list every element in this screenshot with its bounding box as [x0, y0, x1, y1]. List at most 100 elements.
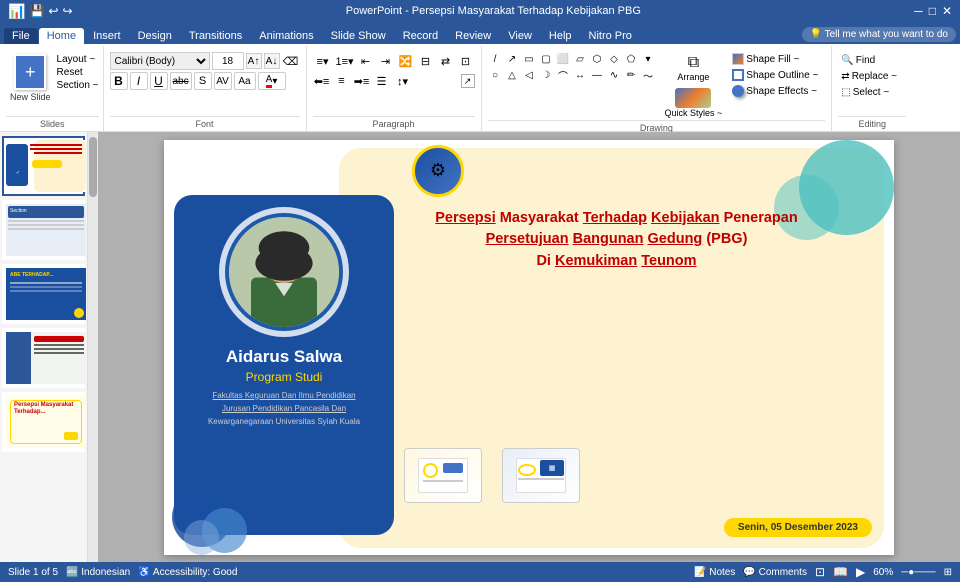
shape-line2[interactable]: —	[590, 68, 605, 83]
select-button[interactable]: ⬚ Select ~	[838, 86, 906, 99]
tab-home[interactable]: Home	[39, 28, 84, 44]
tab-review[interactable]: Review	[447, 28, 499, 44]
shape-triangle[interactable]: △	[505, 68, 520, 83]
reset-button[interactable]: Reset	[57, 67, 99, 78]
view-slideshow[interactable]: ▶	[856, 565, 865, 579]
tab-help[interactable]: Help	[541, 28, 580, 44]
close-btn[interactable]: ✕	[942, 4, 952, 18]
font-size-increase[interactable]: A↑	[246, 53, 262, 69]
tab-design[interactable]: Design	[130, 28, 180, 44]
strikethrough-button[interactable]: abc	[170, 72, 192, 90]
italic-button[interactable]: I	[130, 72, 148, 90]
view-reading[interactable]: 📖	[833, 565, 848, 579]
ribbon-tabs: File Home Insert Design Transitions Anim…	[0, 22, 960, 44]
tab-insert[interactable]: Insert	[85, 28, 129, 44]
shape-freeform[interactable]: ✏	[624, 68, 639, 83]
minimize-btn[interactable]: ─	[914, 4, 923, 18]
view-normal[interactable]: ⊡	[815, 565, 825, 579]
arrange-button[interactable]: ⧉ Arrange	[661, 52, 727, 84]
quick-save[interactable]: 💾	[29, 4, 44, 18]
slide-thumb-1[interactable]: 1 ✓	[2, 136, 85, 196]
shape-parallelogram[interactable]: ▱	[573, 52, 588, 67]
decrease-indent[interactable]: ⇤	[357, 52, 375, 70]
tab-record[interactable]: Record	[395, 28, 446, 44]
bold-button[interactable]: B	[110, 72, 128, 90]
shape-rtriangle[interactable]: ◁	[522, 68, 537, 83]
tab-transitions[interactable]: Transitions	[181, 28, 250, 44]
tab-file[interactable]: File	[4, 28, 38, 44]
shape-line[interactable]: /	[488, 52, 503, 67]
font-size-decrease[interactable]: A↓	[264, 53, 280, 69]
shape-ellipse[interactable]: ○	[488, 68, 503, 83]
shape-fill-button[interactable]: Shape Fill ~	[730, 52, 825, 66]
panel-scrollbar[interactable]	[88, 132, 98, 562]
line-spacing[interactable]: ↕▾	[393, 72, 413, 90]
avatar-inner	[229, 217, 339, 327]
shape-cylinder[interactable]: ⬡	[590, 52, 605, 67]
align-center[interactable]: ≡	[333, 72, 351, 90]
slide-thumb-4[interactable]: 4	[2, 328, 85, 388]
text-align-button[interactable]: ⊡	[457, 52, 475, 70]
zoom-slider[interactable]: ─●───	[901, 567, 935, 578]
char-spacing-button[interactable]: AV	[214, 72, 232, 90]
shape-more[interactable]: ▾	[641, 52, 656, 67]
date-badge: Senin, 05 Desember 2023	[724, 518, 872, 537]
quick-styles-button[interactable]: Quick Styles ~	[661, 86, 727, 120]
shape-arc[interactable]: ⌒	[556, 68, 571, 83]
replace-icon: ⇄	[841, 71, 849, 82]
text-direction-button[interactable]: ⇄	[437, 52, 455, 70]
quick-undo[interactable]: ↩	[48, 4, 58, 18]
tab-animations[interactable]: Animations	[251, 28, 321, 44]
shape-rounded-rect[interactable]: ▢	[539, 52, 554, 67]
clear-format-btn[interactable]: ⌫	[282, 52, 300, 70]
bullets-button[interactable]: ≡▾	[313, 52, 333, 70]
underline-button[interactable]: U	[150, 72, 168, 90]
smart-art-button[interactable]: 🔀	[397, 52, 415, 70]
shape-scribble[interactable]: 〜	[641, 68, 656, 83]
tab-view[interactable]: View	[500, 28, 540, 44]
column-button[interactable]: ⊟	[417, 52, 435, 70]
tab-slideshow[interactable]: Slide Show	[323, 28, 394, 44]
font-group: Calibri (Body) 18 A↑ A↓ ⌫ B I U abc S AV…	[104, 46, 307, 131]
replace-button[interactable]: ⇄ Replace ~	[838, 70, 906, 83]
tab-nitropro[interactable]: Nitro Pro	[581, 28, 640, 44]
app-icon: 📊	[8, 3, 25, 20]
find-button[interactable]: 🔍 Find	[838, 54, 906, 67]
layout-button[interactable]: Layout ~	[57, 54, 99, 65]
shape-squiggle[interactable]: ∿	[607, 68, 622, 83]
shape-effects-button[interactable]: Shape Effects ~	[730, 84, 825, 98]
shape-snip-rect[interactable]: ⬜	[556, 52, 571, 67]
mini-thumb-1	[404, 448, 482, 503]
font-color-button[interactable]: A▾	[258, 72, 286, 90]
shape-rect[interactable]: ▭	[522, 52, 537, 67]
font-family-select[interactable]: Calibri (Body)	[110, 52, 210, 70]
justify[interactable]: ☰	[373, 72, 391, 90]
new-slide-button[interactable]: + New Slide	[6, 52, 55, 104]
comments-btn[interactable]: 💬 Comments	[743, 567, 807, 578]
maximize-btn[interactable]: □	[929, 4, 936, 18]
shape-outline-button[interactable]: Shape Outline ~	[730, 68, 825, 82]
shape-crescent[interactable]: ☽	[539, 68, 554, 83]
quick-redo[interactable]: ↪	[62, 4, 72, 18]
zoom-fit[interactable]: ⊞	[944, 567, 952, 578]
increase-indent[interactable]: ⇥	[377, 52, 395, 70]
change-case-button[interactable]: Aa	[234, 72, 256, 90]
shape-diamond[interactable]: ◇	[607, 52, 622, 67]
paragraph-expand[interactable]: ↗	[461, 74, 475, 88]
shape-connector[interactable]: ↔	[573, 68, 588, 83]
tell-me-box[interactable]: 💡 Tell me what you want to do	[802, 27, 956, 42]
font-group-label: Font	[110, 116, 300, 129]
slide-thumb-3[interactable]: 3 ABE TERHADAP...	[2, 264, 85, 324]
slide-thumb-5[interactable]: 5 Persepsi Masyarakat Terhadap...	[2, 392, 85, 452]
align-right[interactable]: ➡≡	[353, 72, 371, 90]
font-size-input[interactable]: 18	[212, 52, 244, 70]
text-shadow-button[interactable]: S	[194, 72, 212, 90]
slide-thumb-2[interactable]: 2 Section	[2, 200, 85, 260]
align-left[interactable]: ⬅≡	[313, 72, 331, 90]
notes-btn[interactable]: 📝 Notes	[694, 567, 735, 578]
section-button[interactable]: Section ~	[57, 80, 99, 91]
shape-arrow[interactable]: ↗	[505, 52, 520, 67]
numbering-button[interactable]: 1≡▾	[335, 52, 355, 70]
shape-pentagon[interactable]: ⬠	[624, 52, 639, 67]
scrollbar-thumb[interactable]	[89, 137, 97, 197]
